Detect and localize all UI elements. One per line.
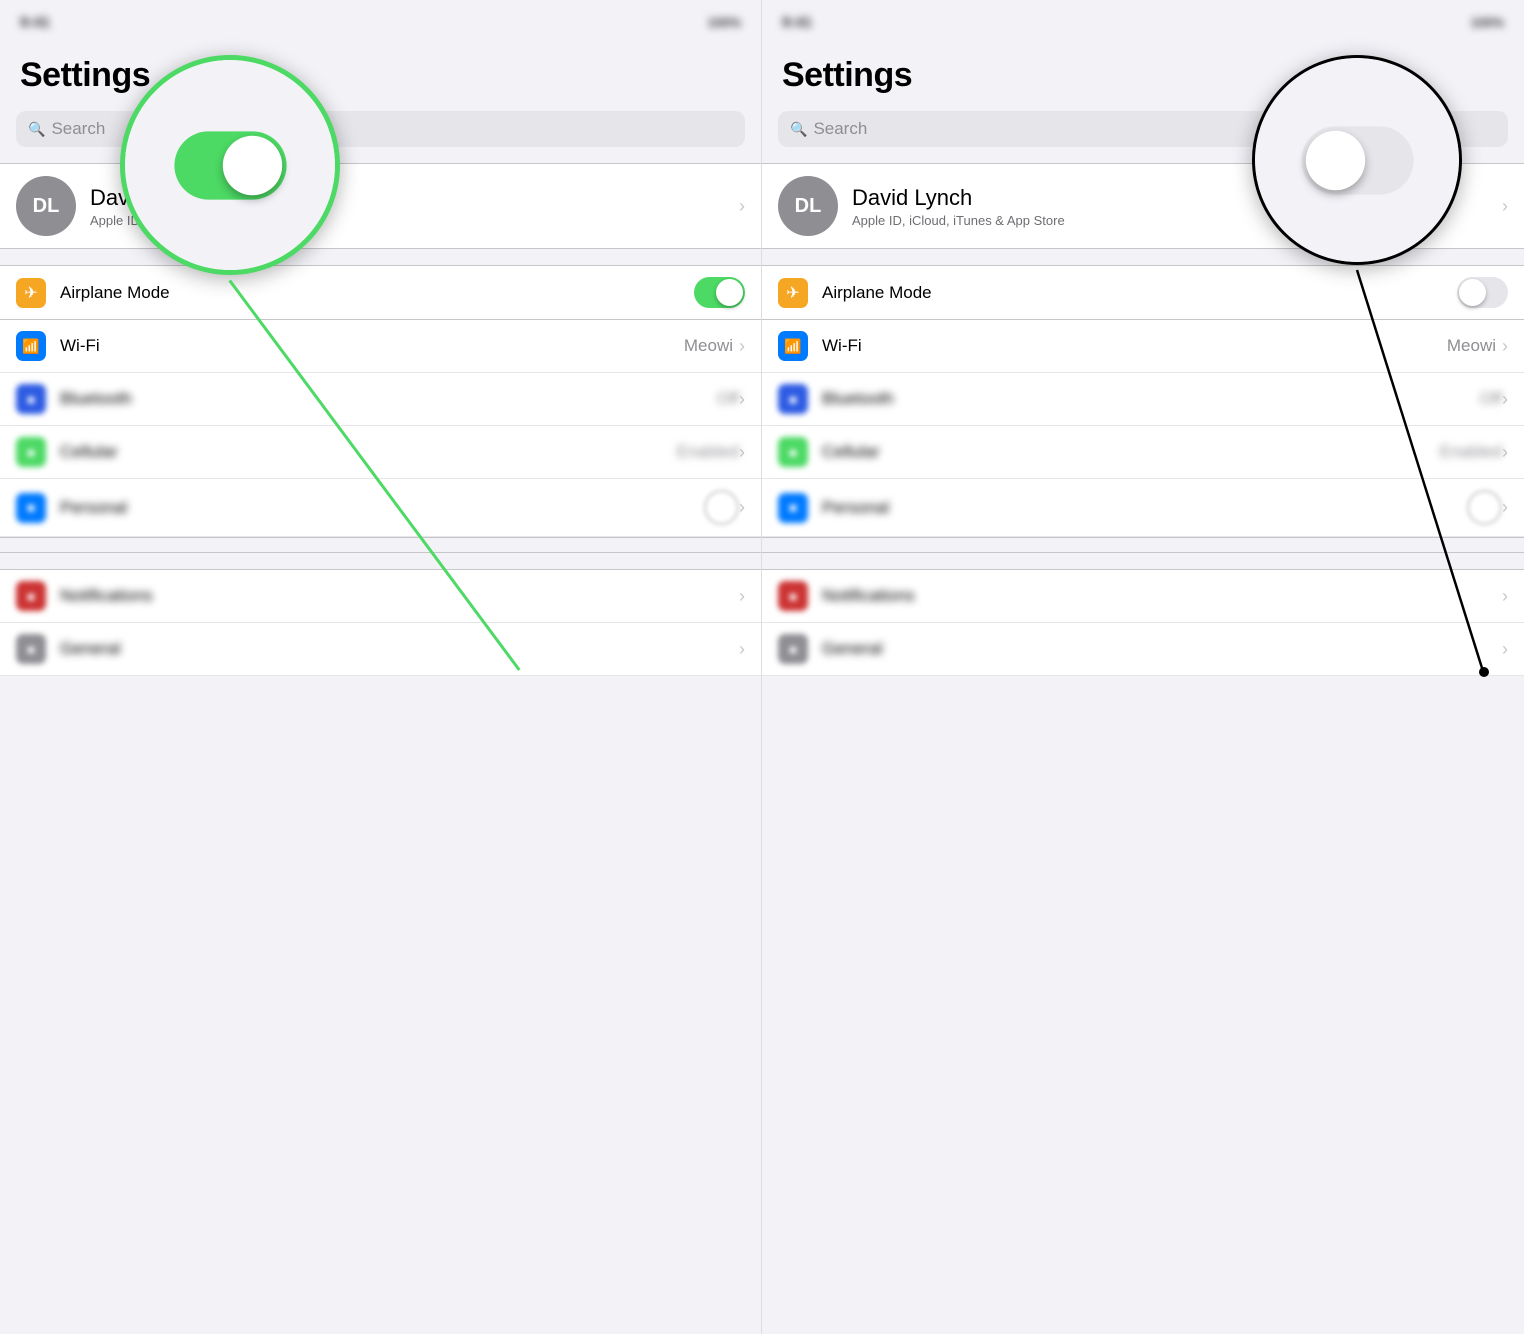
blurred-row-5-left[interactable]: ■ General ›: [0, 623, 761, 676]
wifi-value-left: Meowi: [684, 336, 733, 356]
blurred-content-4-left: Notifications: [60, 586, 739, 606]
wifi-value-right: Meowi: [1447, 336, 1496, 356]
section-gap-right: [762, 537, 1524, 553]
settings-list-left: ✈ Airplane Mode 📶 Wi-Fi Meowi › ■ Blueto…: [0, 265, 761, 537]
search-icon-left: 🔍: [28, 121, 45, 138]
status-battery-left: 100%: [708, 15, 741, 30]
blurred-content-3-left: Personal: [60, 498, 704, 518]
airplane-icon-left: ✈: [16, 278, 46, 308]
airplane-symbol-left: ✈: [24, 283, 37, 303]
settings-list-2-left: ■ Notifications › ■ General ›: [0, 569, 761, 676]
profile-row-left[interactable]: DL David Lynch Apple ID, iCloud, iTunes …: [0, 163, 761, 249]
search-placeholder-right: Search: [813, 119, 867, 139]
wifi-row-left[interactable]: 📶 Wi-Fi Meowi ›: [0, 320, 761, 373]
airplane-row-right[interactable]: ✈ Airplane Mode: [762, 266, 1524, 320]
magnifier-circle-left: [120, 55, 340, 275]
blurred-content-1-right: Bluetooth: [822, 389, 1480, 409]
blurred-content-5-right: General: [822, 639, 1502, 659]
airplane-icon-right: ✈: [778, 278, 808, 308]
chevron-1-left: ›: [739, 389, 745, 410]
avatar-left: DL: [16, 176, 76, 236]
blurred-content-3-right: Personal: [822, 498, 1467, 518]
status-bar-right: 9:41 100%: [762, 0, 1524, 44]
settings-list-right: ✈ Airplane Mode 📶 Wi-Fi Meowi › ■ Blueto…: [762, 265, 1524, 537]
blurred-icon-5-right: ■: [778, 634, 808, 664]
magnifier-knob-left: [222, 135, 281, 194]
profile-chevron-right: ›: [1502, 196, 1508, 217]
blurred-row-4-right[interactable]: ■ Notifications ›: [762, 570, 1524, 623]
wifi-icon-right: 📶: [778, 331, 808, 361]
wifi-row-right[interactable]: 📶 Wi-Fi Meowi ›: [762, 320, 1524, 373]
airplane-toggle-right[interactable]: [1457, 277, 1508, 308]
section-gap-left: [0, 537, 761, 553]
settings-title-left: Settings: [20, 56, 741, 95]
left-panel: 9:41 100% Settings 🔍 Search DL David Lyn…: [0, 0, 762, 1334]
magnifier-toggle-left: [174, 131, 286, 199]
airplane-label-right: Airplane Mode: [822, 283, 1457, 303]
blurred-row-2-right[interactable]: ■ Cellular Enabled ›: [762, 426, 1524, 479]
blurred-content-4-right: Notifications: [822, 586, 1502, 606]
blurred-content-1-left: Bluetooth: [60, 389, 717, 409]
blurred-row-2-left[interactable]: ■ Cellular Enabled ›: [0, 426, 761, 479]
avatar-right: DL: [778, 176, 838, 236]
magnifier-knob-right: [1305, 130, 1364, 189]
wifi-icon-left: 📶: [16, 331, 46, 361]
status-indicators-right: 100%: [1471, 15, 1504, 30]
status-indicators-left: 100%: [708, 15, 741, 30]
blurred-icon-1-right: ■: [778, 384, 808, 414]
blurred-row-3-right[interactable]: ■ Personal ›: [762, 479, 1524, 537]
profile-chevron-left: ›: [739, 196, 745, 217]
airplane-toggle-left[interactable]: [694, 277, 745, 308]
blurred-row-1-right[interactable]: ■ Bluetooth Off ›: [762, 373, 1524, 426]
blurred-content-2-left: Cellular: [60, 442, 677, 462]
toggle-knob-left: [716, 279, 743, 306]
wifi-symbol-right: 📶: [784, 338, 801, 355]
blurred-row-5-right[interactable]: ■ General ›: [762, 623, 1524, 676]
blurred-icon-4-left: ■: [16, 581, 46, 611]
chevron-3-left: ›: [739, 497, 745, 518]
wifi-chevron-right: ›: [1502, 336, 1508, 357]
chevron-4-left: ›: [739, 586, 745, 607]
blurred-icon-2-right: ■: [778, 437, 808, 467]
blurred-row-1-left[interactable]: ■ Bluetooth Off ›: [0, 373, 761, 426]
search-placeholder-left: Search: [51, 119, 105, 139]
status-bar-left: 9:41 100%: [0, 0, 761, 44]
blurred-icon-3-right: ■: [778, 493, 808, 523]
settings-list-2-right: ■ Notifications › ■ General ›: [762, 569, 1524, 676]
airplane-symbol-right: ✈: [786, 283, 799, 303]
blurred-content-2-right: Cellular: [822, 442, 1440, 462]
magnifier-circle-right: [1252, 55, 1462, 265]
search-icon-right: 🔍: [790, 121, 807, 138]
chevron-2-left: ›: [739, 442, 745, 463]
airplane-row-left[interactable]: ✈ Airplane Mode: [0, 266, 761, 320]
wifi-label-right: Wi-Fi: [822, 336, 1447, 356]
right-panel: 9:41 100% Settings 🔍 Search DL David Lyn…: [762, 0, 1524, 1334]
blurred-icon-2-left: ■: [16, 437, 46, 467]
blurred-row-3-left[interactable]: ■ Personal ›: [0, 479, 761, 537]
toggle-knob-right: [1459, 279, 1486, 306]
status-battery-right: 100%: [1471, 15, 1504, 30]
blurred-icon-4-right: ■: [778, 581, 808, 611]
blurred-icon-5-left: ■: [16, 634, 46, 664]
blurred-icon-3-left: ■: [16, 493, 46, 523]
blurred-icon-1-left: ■: [16, 384, 46, 414]
status-time-left: 9:41: [20, 14, 50, 31]
settings-header-left: Settings: [0, 44, 761, 103]
wifi-chevron-left: ›: [739, 336, 745, 357]
wifi-symbol-left: 📶: [22, 338, 39, 355]
airplane-label-left: Airplane Mode: [60, 283, 694, 303]
blurred-content-5-left: General: [60, 639, 739, 659]
status-time-right: 9:41: [782, 14, 812, 31]
magnifier-toggle-right: [1301, 126, 1413, 194]
blurred-row-4-left[interactable]: ■ Notifications ›: [0, 570, 761, 623]
chevron-5-left: ›: [739, 639, 745, 660]
wifi-label-left: Wi-Fi: [60, 336, 684, 356]
